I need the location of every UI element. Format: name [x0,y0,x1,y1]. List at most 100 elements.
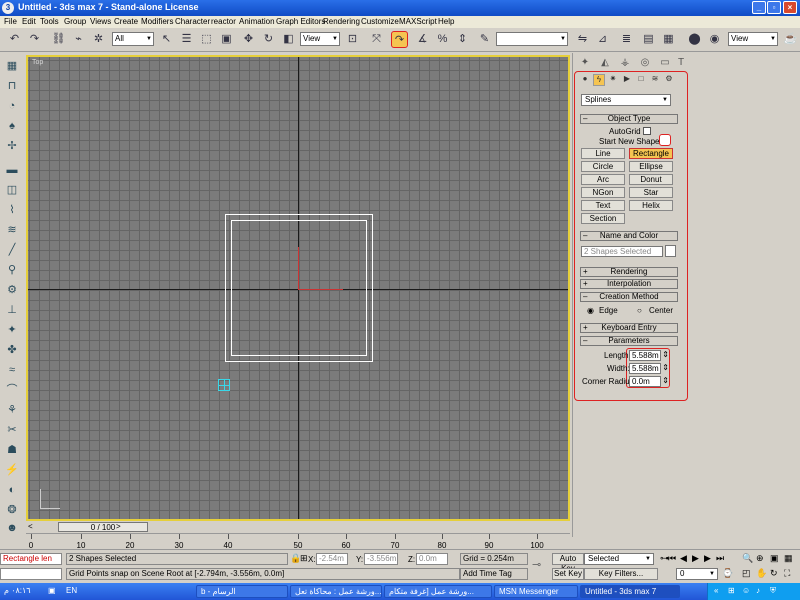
task-msn-messenger[interactable]: MSN Messenger [494,585,578,598]
menu-help[interactable]: Help [438,17,454,26]
next-frame-icon[interactable]: ▶ [704,553,711,564]
goto-end-icon[interactable]: ⏭ [716,553,724,564]
minimize-button[interactable]: _ [752,1,766,14]
scale-icon[interactable]: ◧ [280,31,297,48]
task-paint[interactable]: b - الرسام [196,585,288,598]
absolute-mode-icon[interactable]: ⊞ [300,553,308,564]
shapes-icon[interactable]: ϟ [593,74,605,86]
angle-snap-icon[interactable]: ∡ [414,31,431,48]
named-selection-dropdown[interactable] [496,32,568,46]
undo-icon[interactable]: ↶ [6,31,23,48]
select-manipulate-icon[interactable]: ⤧ [368,31,385,48]
layer-manager-icon[interactable]: ≣ [618,31,635,48]
parameters-rollout[interactable]: – Parameters [580,336,678,346]
reactor-icon-5[interactable]: ✢ [4,138,20,154]
material-editor-icon[interactable]: ⬤ [686,31,703,48]
menu-reactor[interactable]: reactor [211,17,236,26]
tray-network-icon[interactable]: ⊞ [728,586,735,595]
helix-button[interactable]: Helix [629,200,673,211]
menu-maxscript[interactable]: MAXScript [399,17,437,26]
y-coordinate-field[interactable]: -3.556m [364,553,398,565]
task-3ds-max[interactable]: Untitled - 3ds max 7 [580,585,680,598]
key-filters-button[interactable]: Key Filters... [584,568,658,580]
tray-msn-icon[interactable]: ☺ [742,586,750,595]
reactor-icon-20[interactable]: ☗ [4,442,20,458]
hierarchy-tab-icon[interactable]: ⚶ [617,57,633,71]
rect-selection-icon[interactable]: ⬚ [198,31,215,48]
maximize-button[interactable]: ▫ [767,1,781,14]
menu-edit[interactable]: Edit [22,17,36,26]
z-coordinate-field[interactable]: 0.0m [416,553,448,565]
ngon-button[interactable]: NGon [581,187,625,198]
maximize-viewport-icon[interactable]: ⛶ [784,568,790,579]
autogrid-checkbox[interactable] [643,127,651,135]
reactor-icon-17[interactable]: ⌒ [4,382,20,398]
viewport-label[interactable]: Top [32,59,43,66]
percent-snap-icon[interactable]: % [434,31,451,48]
task-workshop-1[interactable]: ورشة عمل : محاكاة تعل... [290,585,382,598]
object-type-rollout[interactable]: – Object Type [580,114,678,124]
zoom-extents-all-icon[interactable]: ▦ [784,553,793,564]
select-object-icon[interactable]: ↖ [158,31,175,48]
key-mode-dropdown[interactable]: Selected [584,553,654,565]
menu-file[interactable]: File [4,17,17,26]
donut-button[interactable]: Donut [629,174,673,185]
track-bar[interactable]: 0 10 20 30 40 50 60 70 80 90 100 [26,533,570,550]
text-button[interactable]: Text [581,200,625,211]
center-radio[interactable]: ○ [637,306,642,315]
reactor-icon-4[interactable]: ♠ [4,118,20,134]
mirror-icon[interactable]: ⇋ [574,31,591,48]
play-icon[interactable]: ▶ [692,553,699,564]
x-coordinate-field[interactable]: -2.54m [316,553,348,565]
menu-create[interactable]: Create [114,17,138,26]
circle-button[interactable]: Circle [581,161,625,172]
ellipse-button[interactable]: Ellipse [629,161,673,172]
maxscript-input[interactable] [0,568,62,580]
spinner-snap-icon[interactable]: ⇕ [454,31,471,48]
reactor-icon-18[interactable]: ⚘ [4,402,20,418]
rotate-icon[interactable]: ↻ [260,31,277,48]
space-warps-icon[interactable]: ≋ [649,74,661,86]
lights-icon[interactable]: ✷ [607,74,619,86]
width-spinner[interactable]: 5.588m [629,363,669,374]
systems-icon[interactable]: ⚙ [663,74,675,86]
set-key-icon[interactable]: ⊸ [532,558,541,571]
add-time-tag-button[interactable]: Add Time Tag [460,568,528,580]
time-config-icon[interactable]: ⌚ [722,568,733,579]
display-tab-icon[interactable]: ▭ [657,57,673,71]
reactor-icon-14[interactable]: ✦ [4,322,20,338]
render-type-dropdown[interactable]: View [728,32,778,46]
reactor-icon-11[interactable]: ⚲ [4,262,20,278]
zoom-icon[interactable]: 🔍 [742,553,753,564]
select-link-icon[interactable]: ⛓ [50,31,67,48]
current-frame-spinner[interactable]: 0 [676,568,718,580]
desktop-icon[interactable]: ▣ [48,586,56,595]
reactor-icon-16[interactable]: ≈ [4,362,20,378]
region-zoom-icon[interactable]: ◰ [742,568,751,579]
length-spinner[interactable]: 5.588m [629,350,669,361]
menu-graph-editors[interactable]: Graph Editors [276,17,325,26]
transform-gizmo-y[interactable] [298,247,299,289]
menu-customize[interactable]: Customize [361,17,399,26]
start-new-shape-checkbox[interactable] [659,134,671,146]
pivot-center-icon[interactable]: ⊡ [344,31,361,48]
reactor-icon-2[interactable]: ⊓ [4,78,20,94]
transform-gizmo-x[interactable] [298,289,343,290]
window-crossing-icon[interactable]: ▣ [218,31,235,48]
object-color-swatch[interactable] [665,245,676,257]
time-prev-arrow-icon[interactable]: < [28,522,33,531]
modify-tab-icon[interactable]: ◭ [597,57,613,71]
ref-coord-dropdown[interactable]: View [300,32,340,46]
menu-modifiers[interactable]: Modifiers [141,17,173,26]
menu-tools[interactable]: Tools [40,17,59,26]
reactor-icon-23[interactable]: ❂ [4,502,20,518]
selection-filter-dropdown[interactable]: All [112,32,154,46]
time-slider[interactable]: 0 / 100 [58,522,148,532]
set-key-button[interactable]: Set Key [552,568,584,580]
close-button[interactable]: × [783,1,797,14]
bind-space-warp-icon[interactable]: ✲ [90,31,107,48]
schematic-view-icon[interactable]: ▦ [660,31,677,48]
arc-rotate-icon[interactable]: ↻ [770,568,778,579]
rectangle-button[interactable]: Rectangle [629,148,673,159]
menu-rendering[interactable]: Rendering [323,17,360,26]
